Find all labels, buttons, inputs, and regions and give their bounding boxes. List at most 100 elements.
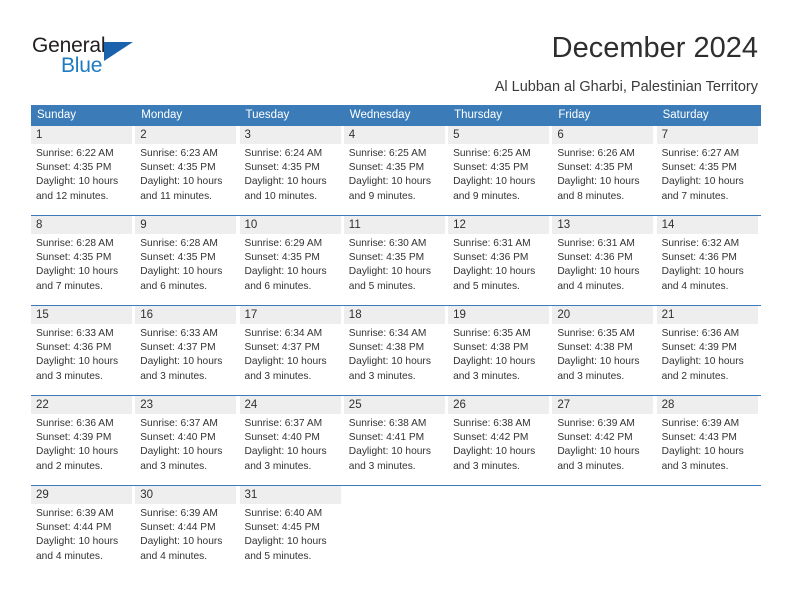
sunrise-text: Sunrise: 6:40 AM [244, 508, 323, 519]
day-cell[interactable]: 6 Sunrise: 6:26 AM Sunset: 4:35 PM Dayli… [552, 126, 656, 214]
day-details: Sunrise: 6:37 AM Sunset: 4:40 PM Dayligh… [245, 417, 343, 474]
sunset-text: Sunset: 4:35 PM [244, 162, 320, 174]
day-details: Sunrise: 6:34 AM Sunset: 4:38 PM Dayligh… [349, 327, 447, 384]
sunset-text: Sunset: 4:35 PM [244, 252, 320, 264]
day-cell[interactable]: 30 Sunrise: 6:39 AM Sunset: 4:44 PM Dayl… [135, 486, 239, 574]
sunset-text: Sunset: 4:43 PM [661, 432, 737, 444]
day-cell[interactable]: 12 Sunrise: 6:31 AM Sunset: 4:36 PM Dayl… [448, 216, 552, 304]
sunset-text: Sunset: 4:39 PM [661, 342, 737, 354]
day-number: 20 [557, 309, 571, 321]
daylight-text: Daylight: 10 hours and 12 minutes. [36, 176, 119, 202]
day-number: 24 [244, 399, 258, 411]
calendar-grid: Sunday Monday Tuesday Wednesday Thursday… [31, 105, 761, 575]
daynum-band [239, 126, 341, 144]
day-cell[interactable]: 28 Sunrise: 6:39 AM Sunset: 4:43 PM Dayl… [656, 396, 761, 484]
day-cell[interactable]: 29 Sunrise: 6:39 AM Sunset: 4:44 PM Dayl… [31, 486, 135, 574]
daylight-text: Daylight: 10 hours and 3 minutes. [453, 446, 536, 472]
day-cell[interactable]: 9 Sunrise: 6:28 AM Sunset: 4:35 PM Dayli… [135, 216, 239, 304]
daylight-text: Daylight: 10 hours and 7 minutes. [661, 176, 744, 202]
day-cell[interactable]: 22 Sunrise: 6:36 AM Sunset: 4:39 PM Dayl… [31, 396, 135, 484]
sunset-text: Sunset: 4:36 PM [557, 252, 633, 264]
day-details: Sunrise: 6:39 AM Sunset: 4:42 PM Dayligh… [557, 417, 655, 474]
day-cell[interactable]: 21 Sunrise: 6:36 AM Sunset: 4:39 PM Dayl… [656, 306, 761, 394]
day-cell[interactable]: 15 Sunrise: 6:33 AM Sunset: 4:36 PM Dayl… [31, 306, 135, 394]
day-cell[interactable]: 19 Sunrise: 6:35 AM Sunset: 4:38 PM Dayl… [448, 306, 552, 394]
week-row: 1 Sunrise: 6:22 AM Sunset: 4:35 PM Dayli… [31, 125, 761, 215]
day-cell-empty [657, 486, 761, 574]
sunrise-text: Sunrise: 6:33 AM [140, 328, 218, 339]
day-cell[interactable]: 31 Sunrise: 6:40 AM Sunset: 4:45 PM Dayl… [239, 486, 344, 574]
sunset-text: Sunset: 4:35 PM [140, 252, 216, 264]
day-cell[interactable]: 25 Sunrise: 6:38 AM Sunset: 4:41 PM Dayl… [343, 396, 448, 484]
daynum-band [135, 216, 237, 234]
day-cell[interactable]: 2 Sunrise: 6:23 AM Sunset: 4:35 PM Dayli… [135, 126, 239, 214]
day-details: Sunrise: 6:31 AM Sunset: 4:36 PM Dayligh… [557, 237, 655, 294]
day-cell[interactable]: 11 Sunrise: 6:30 AM Sunset: 4:35 PM Dayl… [343, 216, 448, 304]
day-number: 23 [140, 399, 154, 411]
daylight-text: Daylight: 10 hours and 4 minutes. [557, 266, 640, 292]
day-cell[interactable]: 18 Sunrise: 6:34 AM Sunset: 4:38 PM Dayl… [343, 306, 448, 394]
day-cell[interactable]: 5 Sunrise: 6:25 AM Sunset: 4:35 PM Dayli… [448, 126, 552, 214]
day-details: Sunrise: 6:39 AM Sunset: 4:43 PM Dayligh… [662, 417, 760, 474]
sunset-text: Sunset: 4:38 PM [557, 342, 633, 354]
day-details: Sunrise: 6:40 AM Sunset: 4:45 PM Dayligh… [245, 507, 343, 564]
day-details: Sunrise: 6:36 AM Sunset: 4:39 PM Dayligh… [36, 417, 134, 474]
day-cell[interactable]: 24 Sunrise: 6:37 AM Sunset: 4:40 PM Dayl… [239, 396, 344, 484]
day-cell[interactable]: 3 Sunrise: 6:24 AM Sunset: 4:35 PM Dayli… [239, 126, 344, 214]
sunrise-text: Sunrise: 6:35 AM [453, 328, 531, 339]
day-number: 2 [140, 129, 147, 141]
day-number: 27 [557, 399, 571, 411]
sunrise-text: Sunrise: 6:36 AM [36, 418, 114, 429]
day-cell[interactable]: 20 Sunrise: 6:35 AM Sunset: 4:38 PM Dayl… [552, 306, 656, 394]
sunset-text: Sunset: 4:35 PM [453, 162, 529, 174]
day-number: 21 [661, 309, 675, 321]
sunrise-text: Sunrise: 6:27 AM [661, 148, 740, 159]
sunrise-text: Sunrise: 6:28 AM [140, 238, 218, 249]
day-cell[interactable]: 27 Sunrise: 6:39 AM Sunset: 4:42 PM Dayl… [552, 396, 656, 484]
day-number: 12 [453, 219, 466, 231]
day-cell[interactable]: 17 Sunrise: 6:34 AM Sunset: 4:37 PM Dayl… [239, 306, 344, 394]
sunset-text: Sunset: 4:35 PM [140, 162, 216, 174]
day-cell[interactable]: 23 Sunrise: 6:37 AM Sunset: 4:40 PM Dayl… [135, 396, 239, 484]
sunrise-text: Sunrise: 6:29 AM [244, 238, 323, 249]
sunrise-text: Sunrise: 6:34 AM [348, 328, 427, 339]
day-details: Sunrise: 6:26 AM Sunset: 4:35 PM Dayligh… [557, 147, 655, 204]
day-cell[interactable]: 16 Sunrise: 6:33 AM Sunset: 4:37 PM Dayl… [135, 306, 239, 394]
day-cell[interactable]: 7 Sunrise: 6:27 AM Sunset: 4:35 PM Dayli… [656, 126, 761, 214]
day-details: Sunrise: 6:28 AM Sunset: 4:35 PM Dayligh… [140, 237, 238, 294]
day-details: Sunrise: 6:38 AM Sunset: 4:41 PM Dayligh… [349, 417, 447, 474]
weekday-header-friday: Friday [558, 109, 591, 121]
day-number: 29 [36, 489, 49, 501]
day-details: Sunrise: 6:29 AM Sunset: 4:35 PM Dayligh… [245, 237, 343, 294]
brand-logo[interactable]: General Blue [32, 34, 212, 84]
day-cell[interactable]: 10 Sunrise: 6:29 AM Sunset: 4:35 PM Dayl… [239, 216, 344, 304]
day-cell-empty [448, 486, 552, 574]
day-cell[interactable]: 8 Sunrise: 6:28 AM Sunset: 4:35 PM Dayli… [31, 216, 135, 304]
day-cell[interactable]: 4 Sunrise: 6:25 AM Sunset: 4:35 PM Dayli… [343, 126, 448, 214]
sunrise-text: Sunrise: 6:22 AM [36, 148, 114, 159]
day-details: Sunrise: 6:30 AM Sunset: 4:35 PM Dayligh… [349, 237, 447, 294]
sunrise-text: Sunrise: 6:35 AM [557, 328, 635, 339]
day-number: 31 [244, 489, 258, 501]
day-cell[interactable]: 14 Sunrise: 6:32 AM Sunset: 4:36 PM Dayl… [656, 216, 761, 304]
day-number: 4 [348, 129, 356, 141]
daynum-band [552, 126, 654, 144]
day-number: 6 [557, 129, 564, 141]
sunset-text: Sunset: 4:41 PM [348, 432, 425, 444]
day-cell[interactable]: 26 Sunrise: 6:38 AM Sunset: 4:42 PM Dayl… [448, 396, 552, 484]
sunrise-text: Sunrise: 6:36 AM [661, 328, 740, 339]
day-cell[interactable]: 13 Sunrise: 6:31 AM Sunset: 4:36 PM Dayl… [552, 216, 656, 304]
sunset-text: Sunset: 4:36 PM [453, 252, 529, 264]
daylight-text: Daylight: 10 hours and 4 minutes. [36, 536, 119, 562]
day-cell[interactable]: 1 Sunrise: 6:22 AM Sunset: 4:35 PM Dayli… [31, 126, 135, 214]
sunrise-text: Sunrise: 6:33 AM [36, 328, 114, 339]
weekday-header-wednesday: Wednesday [349, 109, 411, 121]
sunrise-text: Sunrise: 6:25 AM [348, 148, 427, 159]
day-details: Sunrise: 6:28 AM Sunset: 4:35 PM Dayligh… [36, 237, 134, 294]
day-number: 16 [140, 309, 154, 321]
weekday-header-saturday: Saturday [662, 109, 709, 121]
day-number: 7 [661, 129, 668, 141]
daylight-text: Daylight: 10 hours and 3 minutes. [348, 446, 431, 472]
sunset-text: Sunset: 4:35 PM [661, 162, 737, 174]
triangle-logo-icon [104, 42, 133, 61]
